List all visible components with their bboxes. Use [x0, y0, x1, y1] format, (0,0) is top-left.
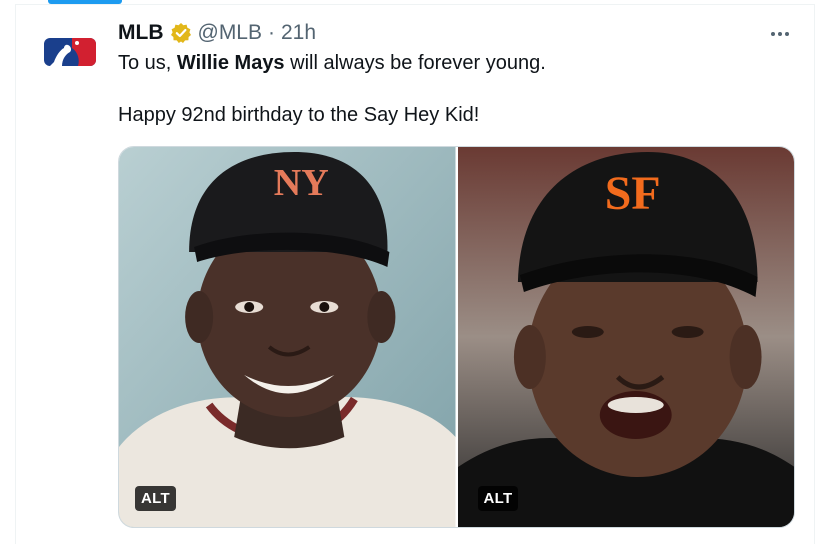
author-name[interactable]: MLB: [118, 21, 164, 45]
media-grid: NY ALT SF ALT: [118, 146, 795, 528]
alt-text-badge[interactable]: ALT: [135, 486, 176, 511]
tweet-text-line-1: To us, Willie Mays will always be foreve…: [118, 50, 778, 76]
photo-young-willie-mays[interactable]: NY ALT: [119, 147, 456, 527]
more-options-icon[interactable]: [768, 22, 792, 46]
text-bold-name: Willie Mays: [176, 52, 285, 74]
text-prefix: To us,: [118, 52, 177, 74]
verified-badge-icon[interactable]: [170, 22, 192, 44]
photo-older-willie-mays[interactable]: SF ALT: [457, 147, 794, 527]
mlb-logo-icon: [44, 38, 96, 66]
tweet-header: MLB @MLB · 21h: [118, 20, 316, 46]
tweet-text: To us, Willie Mays will always be foreve…: [118, 50, 778, 128]
sf-cap-logo: SF: [604, 167, 660, 220]
header-separator: ·: [268, 21, 275, 44]
ny-cap-logo: NY: [274, 162, 329, 204]
text-suffix: will always be forever young.: [284, 52, 546, 74]
photo-image: SF: [457, 147, 794, 527]
photo-image: NY: [119, 147, 456, 527]
alt-text-badge[interactable]: ALT: [477, 486, 519, 511]
tweet-timestamp[interactable]: 21h: [281, 21, 316, 45]
avatar[interactable]: [42, 32, 98, 72]
tweet-text-line-2: Happy 92nd birthday to the Say Hey Kid!: [118, 104, 480, 126]
author-handle[interactable]: @MLB: [198, 21, 263, 45]
